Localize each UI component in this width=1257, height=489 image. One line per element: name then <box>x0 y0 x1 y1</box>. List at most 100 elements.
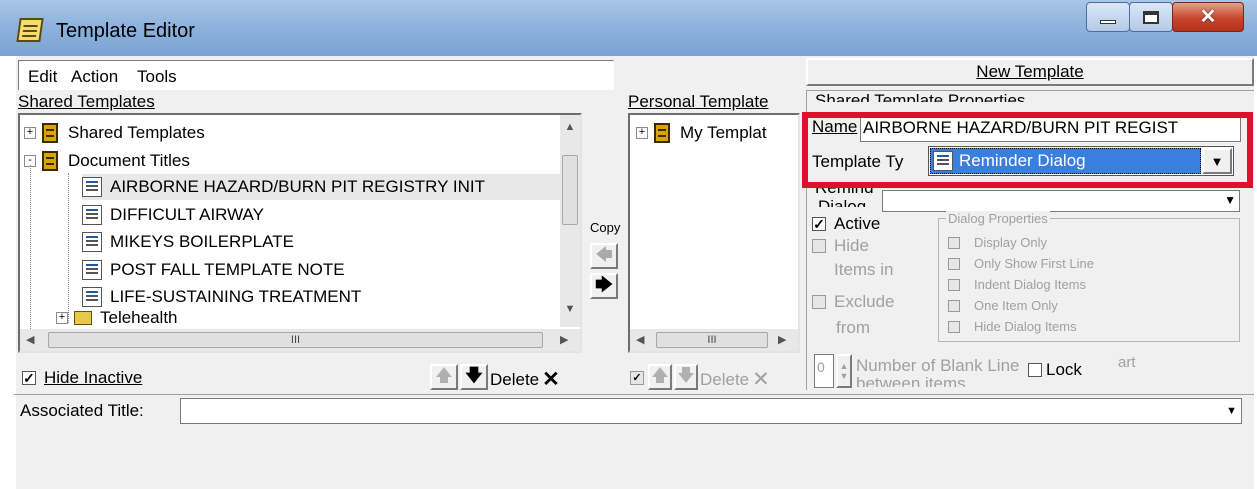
tree-item-template[interactable]: MIKEYS BOILERPLATE <box>82 229 294 255</box>
tree-item-template[interactable]: LIFE-SUSTAINING TREATMENT <box>82 284 361 310</box>
option-label: Display Only <box>974 235 1047 250</box>
tree-item-template[interactable]: DIFFICULT AIRWAY <box>82 202 264 228</box>
delete-button[interactable]: Delete ✕ <box>490 367 560 392</box>
menu-action[interactable]: Action <box>71 67 118 87</box>
new-template-button[interactable]: New Template <box>806 58 1254 86</box>
scroll-thumb-horizontal[interactable]: III <box>656 332 768 348</box>
highlight-box <box>802 112 1253 188</box>
personal-move-down-button[interactable]: 🡇 <box>674 364 698 390</box>
checkbox-unchecked[interactable] <box>948 278 960 291</box>
menu-edit[interactable]: Edit <box>28 67 57 87</box>
tree-item-label: DIFFICULT AIRWAY <box>110 205 264 224</box>
maximize-button[interactable] <box>1129 2 1173 32</box>
copy-right-button[interactable]: 🡆 <box>590 273 618 299</box>
close-button[interactable]: ✕ <box>1172 2 1244 32</box>
personal-templates-label: Personal Template <box>628 92 769 111</box>
exclude-checkbox[interactable]: Exclude <box>812 292 894 312</box>
from-label: from <box>836 318 870 337</box>
tree-item-template[interactable]: POST FALL TEMPLATE NOTE <box>82 257 345 283</box>
move-up-button[interactable]: 🡅 <box>430 364 458 390</box>
chevron-down-icon[interactable]: ▼ <box>1224 193 1236 207</box>
blank-lines-spinner[interactable]: ▲ ▼ <box>836 354 852 388</box>
tree-item-label: Shared Templates <box>68 123 205 142</box>
horizontal-scrollbar[interactable]: ◀ III ▶ <box>20 329 580 351</box>
copy-label: Copy <box>590 220 621 235</box>
scroll-thumb[interactable] <box>562 155 578 225</box>
delete-label: Delete <box>490 369 540 389</box>
start-label-tail: art <box>1118 354 1136 371</box>
scroll-grip: III <box>290 334 301 346</box>
folder-icon <box>74 311 92 325</box>
option-label: Indent Dialog Items <box>974 277 1087 292</box>
tree-line <box>68 173 69 323</box>
one-item-only-checkbox[interactable]: One Item Only <box>948 295 1094 316</box>
lock-checkbox[interactable]: Lock <box>1028 360 1082 380</box>
checkbox-unchecked[interactable] <box>812 295 826 309</box>
associated-title-select[interactable]: ▼ <box>180 398 1242 424</box>
cabinet-icon <box>654 123 670 143</box>
tree-item-document-titles[interactable]: - Document Titles <box>24 148 190 174</box>
hide-dialog-items-checkbox[interactable]: Hide Dialog Items <box>948 316 1094 337</box>
maximize-icon <box>1143 10 1159 24</box>
close-icon: ✕ <box>1199 6 1217 28</box>
personal-templates-tree[interactable]: + My Templat ◀ III ▶ <box>628 113 800 353</box>
checkbox-unchecked[interactable] <box>812 239 826 253</box>
tree-item-my-templates[interactable]: + My Templat <box>636 120 767 146</box>
scroll-up-icon[interactable]: ▲ <box>560 121 580 133</box>
blank-lines-field[interactable]: 0 <box>814 354 834 388</box>
tree-item-template[interactable]: AIRBORNE HAZARD/BURN PIT REGISTRY INIT <box>82 174 560 200</box>
up-arrow-icon: 🡅 <box>651 365 669 385</box>
associated-title-label: Associated Title: <box>20 401 144 420</box>
chevron-down-icon[interactable]: ▼ <box>1226 405 1237 417</box>
only-show-first-line-checkbox[interactable]: Only Show First Line <box>948 253 1094 274</box>
vertical-scrollbar[interactable]: ▲ ▼ <box>560 115 580 327</box>
hide-label: Hide <box>834 236 869 255</box>
checkbox-unchecked[interactable] <box>948 299 960 312</box>
hide-items-checkbox[interactable]: Hide <box>812 236 869 256</box>
checkbox-unchecked[interactable] <box>948 257 960 270</box>
personal-delete-button[interactable]: Delete ✕ <box>700 367 770 392</box>
move-down-button[interactable]: 🡇 <box>460 364 488 390</box>
expand-icon[interactable]: + <box>636 127 648 139</box>
personal-move-up-button[interactable]: 🡅 <box>648 364 672 390</box>
scroll-right-icon[interactable]: ▶ <box>778 333 786 346</box>
left-arrow-icon: 🡄 <box>595 244 613 264</box>
shared-templates-tree[interactable]: + Shared Templates - Document Titles AIRBO… <box>18 113 582 353</box>
dialog-label: Dialog <box>818 197 867 207</box>
minimize-button[interactable] <box>1086 2 1130 32</box>
notepad-icon <box>16 18 44 42</box>
active-label: Active <box>834 214 881 233</box>
checkbox-unchecked[interactable] <box>948 320 960 333</box>
checkbox-unchecked[interactable] <box>1028 363 1042 377</box>
expand-icon[interactable]: + <box>24 127 36 139</box>
checkbox-checked[interactable]: ✓ <box>22 371 36 385</box>
up-arrow-icon: 🡅 <box>435 365 453 385</box>
scroll-grip: III <box>707 334 717 346</box>
checkbox-checked[interactable]: ✓ <box>812 217 826 231</box>
tree-item-shared-templates[interactable]: + Shared Templates <box>24 120 205 146</box>
tree-line <box>30 165 31 345</box>
scroll-down-icon[interactable]: ▼ <box>560 303 580 315</box>
menu-tools[interactable]: Tools <box>137 67 177 87</box>
scroll-right-icon[interactable]: ▶ <box>560 333 568 346</box>
properties-group-title: Shared Template Properties <box>815 91 1026 102</box>
reminder-dialog-select[interactable]: ▼ <box>882 190 1240 212</box>
scroll-left-icon[interactable]: ◀ <box>26 333 34 346</box>
tree-item-label: Document Titles <box>68 151 190 170</box>
active-checkbox[interactable]: ✓ Active <box>812 214 880 234</box>
spin-down-icon[interactable]: ▼ <box>840 371 849 381</box>
expand-icon[interactable]: + <box>56 312 68 324</box>
display-only-checkbox[interactable]: Display Only <box>948 232 1094 253</box>
tree-item-telehealth[interactable]: + Telehealth <box>56 311 178 325</box>
hide-inactive-checkbox[interactable]: ✓ Hide Inactive <box>22 368 142 388</box>
checkbox-unchecked[interactable] <box>948 236 960 249</box>
horizontal-scrollbar[interactable]: ◀ III ▶ <box>630 329 798 351</box>
personal-hide-inactive-checkbox[interactable]: ✓ <box>630 371 644 385</box>
copy-left-button[interactable]: 🡄 <box>590 243 618 269</box>
indent-dialog-items-checkbox[interactable]: Indent Dialog Items <box>948 274 1094 295</box>
delete-x-icon: ✕ <box>542 368 560 391</box>
lock-label: Lock <box>1046 360 1082 379</box>
scroll-left-icon[interactable]: ◀ <box>636 333 644 346</box>
scroll-thumb-horizontal[interactable]: III <box>48 332 543 348</box>
spin-up-icon[interactable]: ▲ <box>840 361 849 371</box>
